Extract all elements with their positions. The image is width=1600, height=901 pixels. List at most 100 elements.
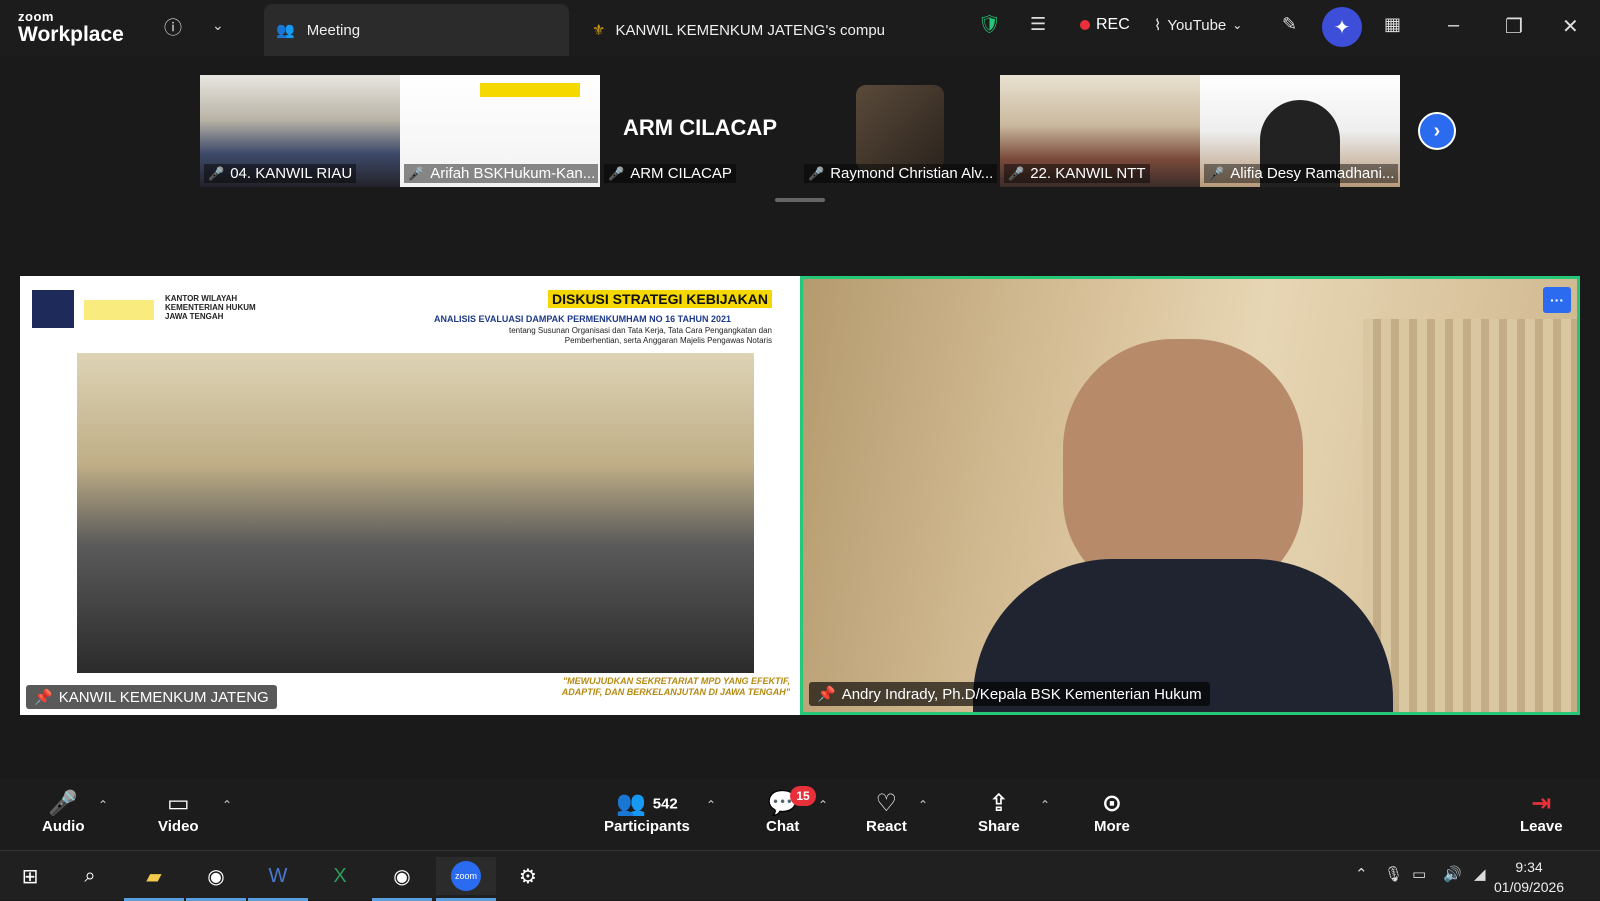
excel-icon: X — [333, 864, 347, 887]
mic-muted-icon: 🎤 — [48, 790, 79, 817]
meeting-toolbar: 🎤 Audio ⌃ ▭ Video ⌃ 👥 542 Participants ⌃… — [0, 778, 1600, 850]
share-options-caret[interactable]: ⌃ — [1040, 798, 1050, 812]
taskbar-chrome-2[interactable]: ◉ — [372, 857, 432, 901]
taskbar-excel[interactable]: X — [310, 857, 370, 895]
system-clock[interactable]: 9:34 01/09/2026 — [1494, 857, 1564, 897]
participant-name: 🎤 Raymond Christian Alv... — [804, 164, 998, 183]
participant-thumbnail[interactable]: 🎤 04. KANWIL RIAU — [200, 75, 400, 187]
participant-name: 🎤 Alifia Desy Ramadhani... — [1204, 164, 1398, 183]
livestream-indicator[interactable]: ⌇ YouTube ⌄ — [1154, 16, 1242, 35]
tab-meeting[interactable]: 👥 Meeting — [264, 4, 569, 56]
zoom-workplace-logo: zoom Workplace — [18, 10, 124, 45]
react-options-caret[interactable]: ⌃ — [918, 798, 928, 812]
rec-dot-icon — [1080, 20, 1090, 30]
ministry-logo — [32, 290, 74, 328]
tab-shared-screen[interactable]: ⚜ KANWIL KEMENKUM JATENG's compu — [592, 4, 885, 56]
search-button[interactable]: ⌕ — [60, 857, 120, 895]
participants-icon: 👥 542 — [616, 790, 678, 817]
slide-header: KANTOR WILAYAH KEMENTERIAN HUKUM JAWA TE… — [20, 276, 800, 351]
security-shield-icon[interactable]: 🛡 — [978, 14, 1001, 35]
battery-icon[interactable]: ▭ — [1412, 865, 1426, 883]
volume-icon[interactable]: 🔊 — [1443, 865, 1462, 883]
participant-avatar — [856, 85, 944, 171]
shared-screen-tile[interactable]: KANTOR WILAYAH KEMENTERIAN HUKUM JAWA TE… — [20, 276, 800, 715]
taskbar-chrome[interactable]: ◉ — [186, 857, 246, 901]
taskbar-settings[interactable]: ⚙ — [498, 857, 558, 895]
active-speaker-tile[interactable]: ··· 📌 Andry Indrady, Ph.D/Kepala BSK Kem… — [800, 276, 1580, 715]
participant-thumbnail[interactable]: ARM CILACAP 🎤 ARM CILACAP — [600, 75, 800, 187]
taskbar-word[interactable]: W — [248, 857, 308, 901]
start-button[interactable]: ⊞ — [0, 857, 60, 895]
participants-options-caret[interactable]: ⌃ — [706, 798, 716, 812]
tab-shared-screen-label: KANWIL KEMENKUM JATENG's compu — [615, 21, 886, 39]
notes-icon[interactable]: ☰ — [1030, 14, 1046, 35]
participant-name: 🎤 ARM CILACAP — [604, 164, 736, 183]
video-camera-icon: ▭ — [166, 790, 190, 817]
participant-thumbnail[interactable]: 🎤 Arifah BSKHukum-Kan... — [400, 75, 600, 187]
chrome-icon: ◉ — [393, 865, 411, 888]
slide-title: DISKUSI STRATEGI KEBIJAKAN — [548, 290, 772, 308]
mic-muted-icon: 🎤 — [208, 165, 225, 181]
ai-companion-button[interactable]: ✦ — [1322, 7, 1362, 47]
clock-time: 9:34 — [1515, 859, 1543, 875]
participants-button[interactable]: 👥 542 Participants — [604, 790, 690, 835]
more-button[interactable]: ⊙ More — [1094, 790, 1130, 835]
stream-icon: ⌇ — [1154, 17, 1162, 34]
participant-name: 🎤 22. KANWIL NTT — [1004, 164, 1150, 183]
logo-small-text: zoom — [18, 9, 54, 24]
chevron-down-icon[interactable]: ⌄ — [212, 17, 224, 34]
chevron-right-icon: › — [1433, 119, 1441, 142]
heart-icon: ♡ — [875, 790, 898, 817]
zoom-icon: zoom — [451, 861, 481, 891]
mic-muted-icon: 🎤 — [608, 165, 625, 181]
tray-overflow-icon[interactable]: ⌃ — [1355, 865, 1368, 883]
more-circle-icon: ⊙ — [1101, 790, 1122, 817]
recording-indicator[interactable]: REC — [1080, 16, 1130, 34]
mic-muted-icon: 🎤 — [1008, 165, 1025, 181]
video-button[interactable]: ▭ Video — [158, 790, 199, 835]
strip-next-button[interactable]: › — [1418, 112, 1456, 150]
audio-button[interactable]: 🎤 Audio — [42, 790, 85, 835]
slide-subtitle-detail: tentang Susunan Organisasi dan Tata Kerj… — [508, 326, 772, 345]
video-options-caret[interactable]: ⌃ — [222, 798, 232, 812]
taskbar-file-explorer[interactable]: ▰ — [124, 857, 184, 901]
bsk-logo — [84, 300, 154, 320]
leave-button[interactable]: ⇥ Leave — [1520, 790, 1563, 835]
rec-label: REC — [1096, 16, 1130, 33]
mic-muted-icon: 🎤 — [808, 165, 825, 181]
annotate-icon[interactable]: ✎ — [1282, 14, 1297, 35]
share-screen-icon: ⇪ — [988, 790, 1009, 817]
logo-big-text: Workplace — [18, 23, 124, 46]
title-bar: zoom Workplace ⓘ ⌄ 👥 Meeting ⚜ KANWIL KE… — [0, 0, 1600, 56]
speaker-curtain — [1363, 319, 1577, 712]
mic-muted-icon: 🎤 — [1208, 165, 1225, 181]
folder-icon: ▰ — [146, 865, 162, 888]
info-icon[interactable]: ⓘ — [164, 14, 182, 40]
participant-strip: 🎤 04. KANWIL RIAU 🎤 Arifah BSKHukum-Kan...… — [200, 75, 1400, 187]
share-button[interactable]: ⇪ Share — [978, 790, 1020, 835]
clock-date: 01/09/2026 — [1494, 879, 1565, 895]
slide-quote: "MEWUJUDKAN SEKRETARIAT MPD YANG EFEKTIF… — [561, 676, 790, 698]
restore-icon[interactable]: ❐ — [1505, 14, 1523, 39]
chat-options-caret[interactable]: ⌃ — [818, 798, 828, 812]
slide-photo — [77, 353, 754, 673]
participant-thumbnail[interactable]: 🎤 Raymond Christian Alv... — [800, 75, 1000, 187]
audio-options-caret[interactable]: ⌃ — [98, 798, 108, 812]
wifi-icon[interactable]: ◢ — [1474, 865, 1486, 883]
participant-thumbnail[interactable]: 🎤 Alifia Desy Ramadhani... — [1200, 75, 1400, 187]
word-icon: W — [268, 864, 288, 887]
view-grid-icon[interactable]: ▦ — [1384, 14, 1401, 35]
tray-mic-icon[interactable]: 🎙 — [1384, 865, 1403, 883]
close-icon[interactable]: ✕ — [1562, 14, 1579, 39]
minimize-icon[interactable]: – — [1448, 14, 1459, 37]
participant-thumbnail[interactable]: 🎤 22. KANWIL NTT — [1000, 75, 1200, 187]
speaker-label: 📌 Andry Indrady, Ph.D/Kepala BSK Kemente… — [809, 682, 1210, 706]
search-icon: ⌕ — [84, 864, 96, 887]
participants-count: 542 — [652, 795, 678, 813]
gear-icon: ⚙ — [519, 865, 537, 888]
participant-name: 🎤 04. KANWIL RIAU — [204, 164, 357, 183]
taskbar-zoom[interactable]: zoom — [436, 857, 496, 901]
tile-more-button[interactable]: ··· — [1543, 287, 1571, 313]
slide-preview-title — [480, 83, 580, 97]
react-button[interactable]: ♡ React — [866, 790, 907, 835]
